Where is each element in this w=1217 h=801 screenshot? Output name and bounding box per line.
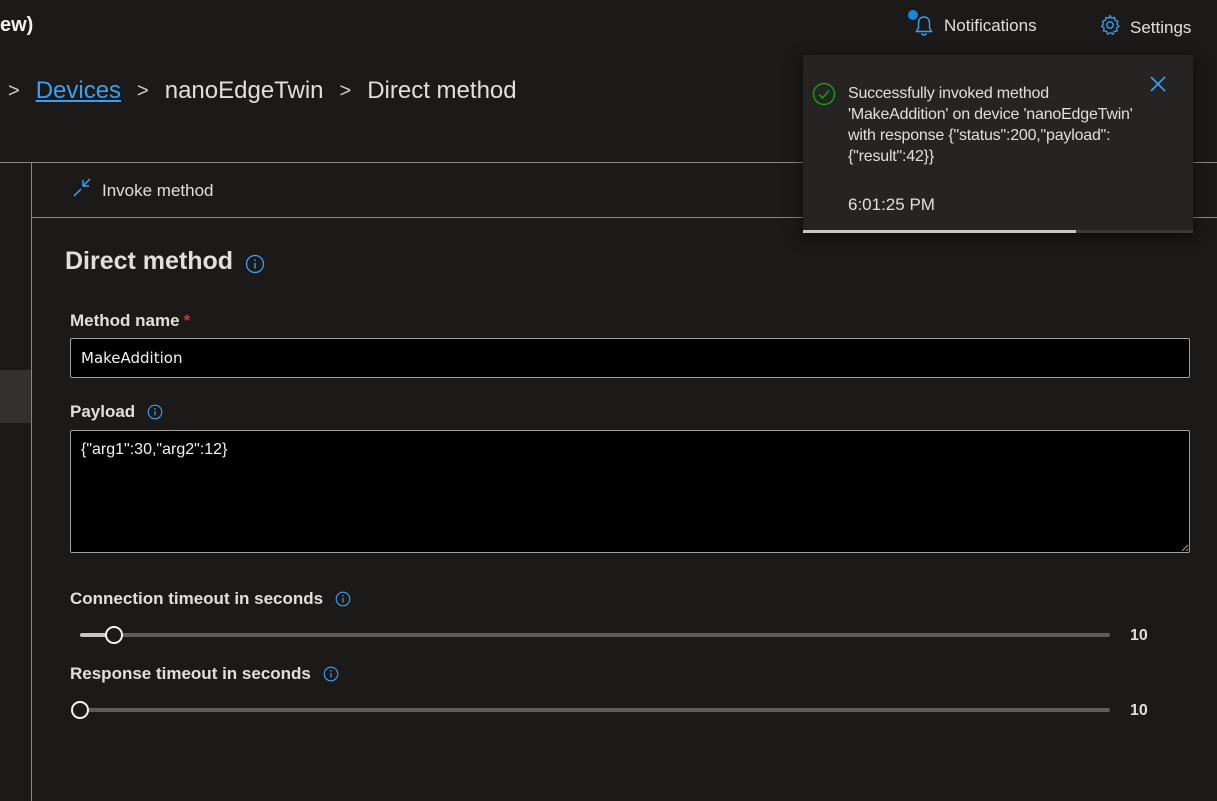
- slider-track[interactable]: [80, 633, 1110, 637]
- bell-icon: [908, 10, 934, 38]
- connection-timeout-slider[interactable]: [70, 622, 1120, 646]
- settings-button[interactable]: Settings: [1099, 14, 1191, 41]
- breadcrumb-device-name[interactable]: nanoEdgeTwin: [165, 77, 324, 105]
- slider-thumb[interactable]: [104, 626, 123, 644]
- payload-label-group: Payload: [70, 402, 163, 422]
- close-icon[interactable]: [1147, 73, 1169, 95]
- toast-message: Successfully invoked method 'MakeAdditio…: [848, 85, 1133, 165]
- gear-icon: [1099, 14, 1121, 41]
- notifications-label: Notifications: [944, 16, 1037, 35]
- breadcrumb-current-page: Direct method: [367, 77, 517, 104]
- breadcrumb-separator: >: [8, 79, 20, 102]
- connection-timeout-label: Connection timeout in seconds: [70, 589, 324, 608]
- notification-dot: [908, 10, 918, 20]
- check-circle-icon: [812, 82, 836, 111]
- info-icon[interactable]: [245, 252, 265, 273]
- response-timeout-label-group: Response timeout in seconds: [70, 664, 339, 684]
- invoke-method-label: Invoke method: [102, 180, 214, 200]
- slider-track[interactable]: [80, 708, 1110, 712]
- page-title: Direct method: [65, 247, 234, 275]
- response-timeout-slider[interactable]: [70, 697, 1120, 721]
- invoke-method-button[interactable]: Invoke method: [72, 178, 214, 203]
- connection-timeout-value: 10: [1130, 627, 1148, 644]
- breadcrumb-separator: >: [137, 79, 149, 102]
- nav-divider: [31, 163, 32, 801]
- info-icon[interactable]: [335, 591, 351, 607]
- success-toast: Successfully invoked method 'MakeAdditio…: [803, 55, 1193, 233]
- section-title: Direct method: [65, 247, 265, 276]
- info-icon[interactable]: [323, 666, 339, 682]
- invoke-method-icon: [72, 178, 92, 203]
- payload-textarea[interactable]: {"arg1":30,"arg2":12}: [70, 430, 1190, 553]
- method-name-label: Method name: [70, 311, 180, 330]
- left-navigation-rail: [0, 163, 31, 801]
- slider-thumb[interactable]: [71, 701, 89, 719]
- response-timeout-label: Response timeout in seconds: [70, 664, 311, 683]
- left-nav-selected-item[interactable]: [0, 370, 31, 423]
- connection-timeout-label-group: Connection timeout in seconds: [70, 589, 351, 609]
- settings-label: Settings: [1130, 17, 1192, 37]
- breadcrumb-separator: >: [339, 79, 352, 102]
- method-name-label-group: Method name *: [70, 311, 190, 331]
- toast-timestamp: 6:01:25 PM: [848, 195, 935, 214]
- notifications-button[interactable]: Notifications: [908, 10, 1037, 38]
- required-mark: *: [183, 311, 191, 330]
- toast-progress-bar: [803, 230, 1076, 233]
- breadcrumb: > Devices > nanoEdgeTwin > Direct method: [8, 77, 517, 105]
- app-title: ew): [0, 14, 34, 36]
- response-timeout-value: 10: [1130, 702, 1148, 719]
- payload-label: Payload: [70, 402, 136, 421]
- info-icon[interactable]: [147, 404, 163, 420]
- breadcrumb-devices-link[interactable]: Devices: [36, 77, 121, 105]
- method-name-input[interactable]: [70, 338, 1190, 378]
